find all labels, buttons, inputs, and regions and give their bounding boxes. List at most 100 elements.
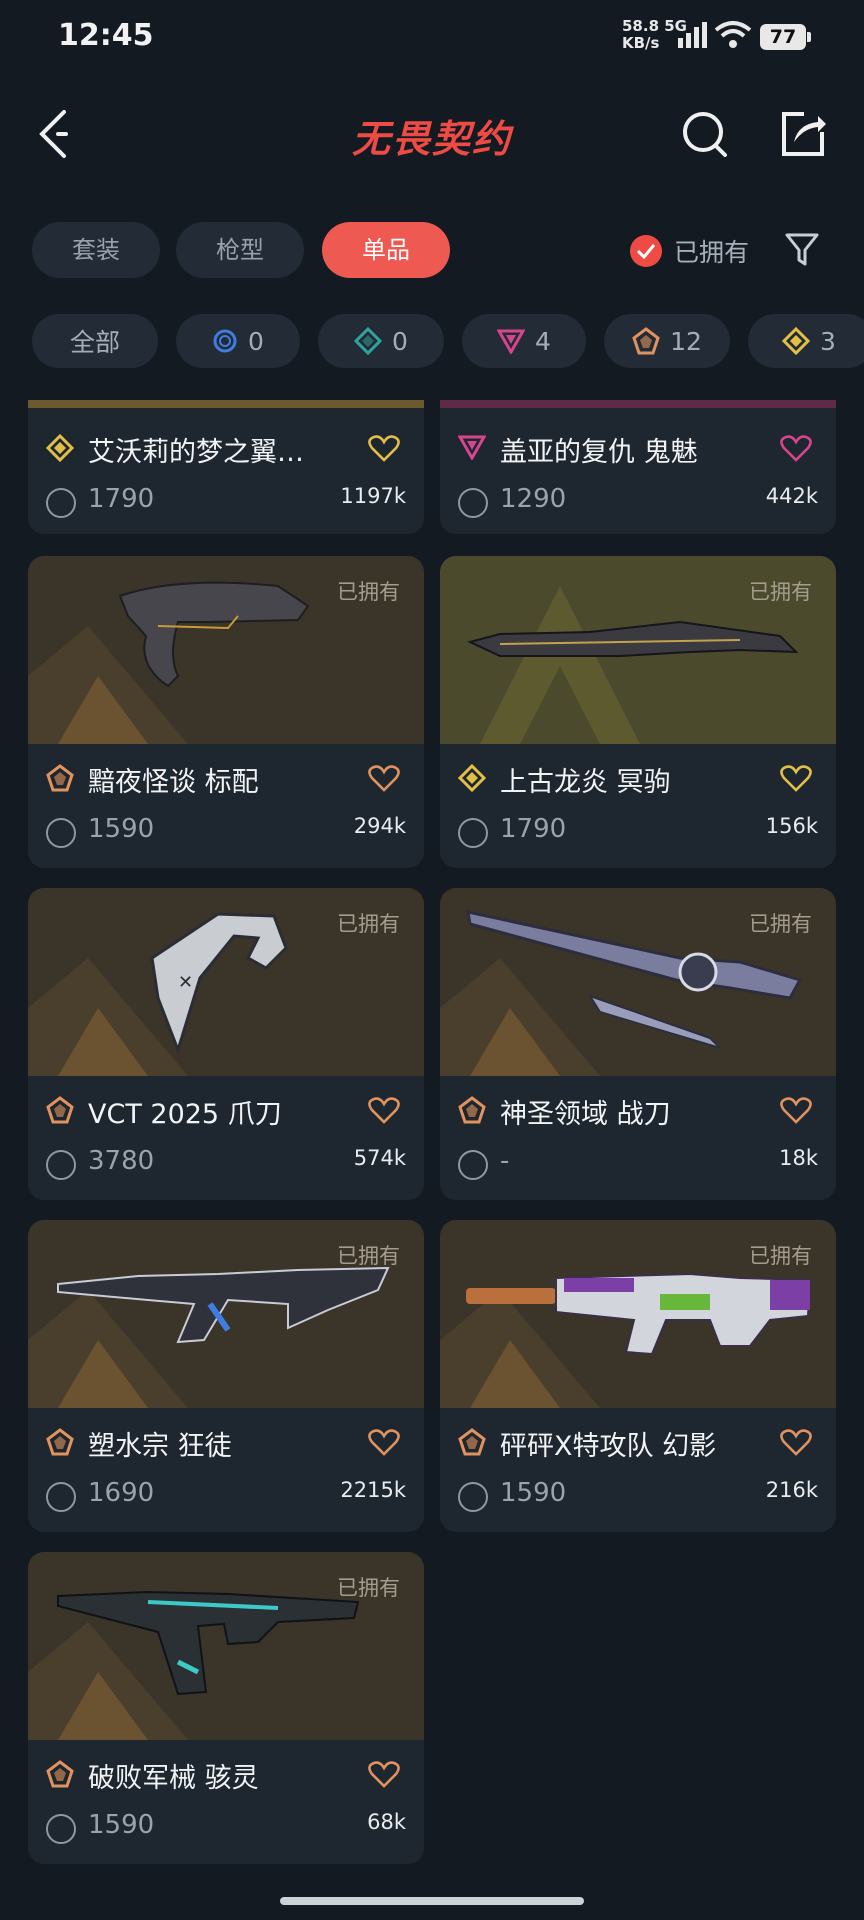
like-count: 442k: [765, 484, 818, 508]
exclusive-tier-icon: [46, 1760, 74, 1788]
tab-gun-type[interactable]: 枪型: [176, 222, 304, 278]
skin-card[interactable]: 已拥有 黯夜怪谈 标配 1590 294k: [28, 556, 424, 868]
owned-filter-label: 已拥有: [674, 238, 750, 267]
like-count: 294k: [353, 814, 406, 838]
like-count: 216k: [765, 1478, 818, 1502]
skin-card[interactable]: 已拥有 砰砰X特攻队 幻影 1590 216k: [440, 1220, 836, 1532]
tier-chip-select[interactable]: 0: [176, 314, 300, 368]
owned-tag: 已拥有: [337, 1576, 400, 1600]
skin-name: 盖亚的复仇 鬼魅: [500, 437, 698, 468]
skin-price: 1790: [88, 484, 155, 514]
owned-tag: 已拥有: [337, 580, 400, 604]
skin-price: 1590: [500, 1478, 567, 1508]
like-count: 2215k: [340, 1478, 406, 1502]
skin-image: 已拥有: [28, 1220, 424, 1408]
skin-image: 已拥有: [440, 556, 836, 744]
app-logo-title: 无畏契约: [351, 117, 512, 161]
tier-chip-all[interactable]: 全部: [32, 314, 158, 368]
heart-icon[interactable]: [368, 1760, 400, 1788]
owned-tag: 已拥有: [337, 1244, 400, 1268]
exclusive-tier-icon: [46, 1096, 74, 1124]
tab-suit[interactable]: 套装: [32, 222, 160, 278]
tier-chip-deluxe[interactable]: 0: [318, 314, 444, 368]
skin-price: 1290: [500, 484, 567, 514]
skin-card[interactable]: 已拥有 破败军械 骇灵 1590 68k: [28, 1552, 424, 1864]
skin-price: 1590: [88, 814, 155, 844]
owned-filter-toggle[interactable]: 已拥有: [630, 231, 749, 271]
ultra-tier-icon: [46, 434, 74, 462]
like-count: 156k: [765, 814, 818, 838]
skin-image: 已拥有: [28, 1552, 424, 1740]
like-count: 1197k: [340, 484, 406, 508]
skin-name: 黯夜怪谈 标配: [88, 767, 259, 798]
heart-icon[interactable]: [368, 434, 400, 462]
skin-card[interactable]: 盖亚的复仇 鬼魅 1290 442k: [440, 400, 836, 534]
clock: 12:45: [58, 18, 154, 53]
skin-card[interactable]: 艾沃莉的梦之翼… 1790 1197k: [28, 400, 424, 534]
skin-price: -: [500, 1146, 510, 1176]
exclusive-tier-icon: [458, 1096, 486, 1124]
share-icon[interactable]: [778, 108, 828, 160]
owned-tag: 已拥有: [337, 912, 400, 936]
owned-tag: 已拥有: [749, 912, 812, 936]
skin-price: 1790: [500, 814, 567, 844]
skin-name: VCT 2025 爪刀: [88, 1099, 282, 1130]
premium-tier-icon: [458, 435, 486, 460]
tier-chip-ultra[interactable]: 3: [748, 314, 864, 368]
valorant-points-icon: [46, 1482, 76, 1512]
heart-icon[interactable]: [780, 434, 812, 462]
heart-icon[interactable]: [780, 1096, 812, 1124]
tier-chip-premium[interactable]: 4: [462, 314, 586, 368]
battery-indicator: 77: [760, 24, 811, 50]
search-icon[interactable]: [680, 108, 730, 160]
heart-icon[interactable]: [780, 764, 812, 792]
checkmark-icon: [630, 235, 662, 267]
filter-funnel-icon[interactable]: [784, 230, 820, 270]
status-bar: 12:45 58.8 5G KB/s 77: [0, 0, 864, 74]
exclusive-tier-icon: [632, 327, 660, 355]
heart-icon[interactable]: [368, 764, 400, 792]
exclusive-tier-icon: [46, 1428, 74, 1456]
skin-image: ✕ 已拥有: [28, 888, 424, 1076]
select-tier-icon: [213, 329, 237, 353]
owned-tag: 已拥有: [749, 1244, 812, 1268]
valorant-points-icon: [458, 1482, 488, 1512]
heart-icon[interactable]: [368, 1428, 400, 1456]
skin-card[interactable]: ✕ 已拥有 VCT 2025 爪刀 3780 574k: [28, 888, 424, 1200]
exclusive-tier-icon: [46, 764, 74, 792]
skin-name: 艾沃莉的梦之翼…: [88, 437, 304, 468]
deluxe-tier-icon: [354, 327, 383, 355]
skin-image: 已拥有: [440, 888, 836, 1076]
home-indicator[interactable]: [280, 1897, 584, 1905]
valorant-points-icon: [46, 1814, 76, 1844]
owned-tag: 已拥有: [749, 580, 812, 604]
skin-card[interactable]: 已拥有 神圣领域 战刀 - 18k: [440, 888, 836, 1200]
skin-name: 上古龙炎 冥驹: [500, 767, 671, 798]
like-count: 68k: [367, 1810, 406, 1834]
ultra-tier-icon: [458, 764, 486, 792]
valorant-points-icon: [458, 818, 488, 848]
skin-name: 砰砰X特攻队 幻影: [500, 1431, 717, 1462]
skin-name: 破败军械 骇灵: [88, 1763, 259, 1794]
skin-image: 已拥有: [28, 556, 424, 744]
svg-text:✕: ✕: [178, 972, 193, 993]
valorant-points-icon: [46, 1150, 76, 1180]
exclusive-tier-icon: [458, 1428, 486, 1456]
premium-tier-icon: [497, 329, 526, 354]
tier-chip-exclusive[interactable]: 12: [604, 314, 730, 368]
like-count: 574k: [353, 1146, 406, 1170]
ultra-tier-icon: [782, 327, 810, 355]
heart-icon[interactable]: [780, 1428, 812, 1456]
skin-card[interactable]: 已拥有 上古龙炎 冥驹 1790 156k: [440, 556, 836, 868]
valorant-points-icon: [458, 1150, 488, 1180]
wifi-icon: [714, 21, 752, 48]
valorant-points-icon: [46, 488, 76, 518]
skin-price: 3780: [88, 1146, 155, 1176]
signal-icon: [678, 22, 707, 48]
skin-price: 1590: [88, 1810, 155, 1840]
tab-single-item[interactable]: 单品: [322, 222, 450, 278]
skin-card[interactable]: 已拥有 塑水宗 狂徒 1690 2215k: [28, 1220, 424, 1532]
like-count: 18k: [779, 1146, 818, 1170]
skin-image: 已拥有: [440, 1220, 836, 1408]
heart-icon[interactable]: [368, 1096, 400, 1124]
